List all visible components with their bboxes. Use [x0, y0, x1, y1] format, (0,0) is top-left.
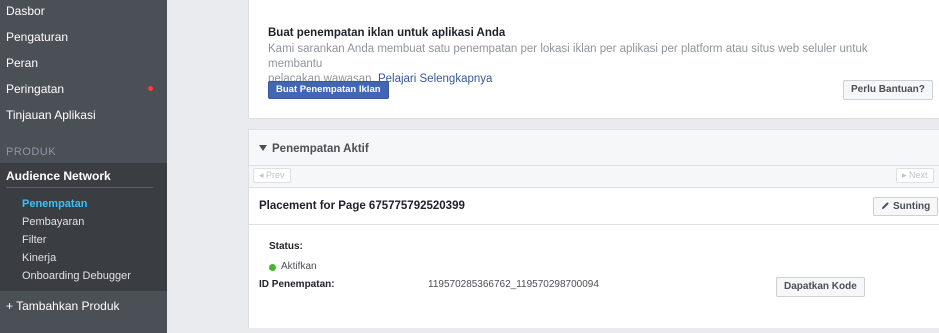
- sidebar-subitem-kinerja[interactable]: Kinerja: [22, 252, 56, 264]
- learn-more-link[interactable]: Pelajari Selengkapnya: [378, 73, 492, 85]
- placement-id-label: ID Penempatan:: [259, 279, 335, 290]
- triangle-down-icon: [259, 145, 267, 151]
- placement-id-value: 119570285366762_119570298700094: [428, 279, 599, 290]
- sidebar-item-peran[interactable]: Peran: [6, 56, 38, 70]
- create-placement-button[interactable]: Buat Penempatan Iklan: [268, 81, 389, 99]
- divider: [6, 187, 153, 188]
- active-placements-header[interactable]: Penempatan Aktif: [259, 143, 369, 155]
- sidebar-subitem-filter[interactable]: Filter: [22, 234, 46, 246]
- sidebar-subitem-onboarding-debugger[interactable]: Onboarding Debugger: [22, 270, 131, 282]
- add-product-link[interactable]: + Tambahkan Produk: [6, 299, 120, 313]
- active-placements-title: Penempatan Aktif: [272, 143, 369, 155]
- edit-button[interactable]: Sunting: [873, 197, 939, 216]
- audience-network-section: Audience Network Penempatan Pembayaran F…: [0, 163, 167, 291]
- description-line-1: Kami sarankan Anda membuat satu penempat…: [268, 43, 868, 70]
- next-button[interactable]: ▸ Next: [896, 168, 934, 183]
- need-help-button[interactable]: Perlu Bantuan?: [843, 80, 933, 100]
- divider: [249, 224, 939, 225]
- status-active-dot-icon: [269, 264, 276, 271]
- get-code-button[interactable]: Dapatkan Kode: [776, 277, 865, 297]
- status-label: Status:: [269, 241, 303, 252]
- placement-title: Placement for Page 675775792520399: [259, 200, 465, 212]
- sidebar-subitem-pembayaran[interactable]: Pembayaran: [22, 216, 84, 228]
- pencil-icon: [881, 202, 889, 210]
- active-placements-card: Penempatan Aktif ◂ Prev ▸ Next Placement…: [248, 129, 939, 328]
- alert-dot-icon: [148, 86, 153, 91]
- create-placement-card: Buat penempatan iklan untuk aplikasi And…: [248, 0, 939, 119]
- status-value: Aktifkan: [281, 261, 317, 272]
- sidebar-item-peringatan[interactable]: Peringatan: [6, 82, 64, 96]
- sidebar: Dasbor Pengaturan Peran Peringatan Tinja…: [0, 0, 167, 333]
- divider: [249, 165, 939, 166]
- edit-button-label: Sunting: [893, 201, 931, 212]
- prev-button[interactable]: ◂ Prev: [253, 168, 291, 183]
- create-placement-title: Buat penempatan iklan untuk aplikasi And…: [268, 27, 506, 39]
- placement-item: Placement for Page 675775792520399 Sunti…: [249, 187, 939, 328]
- sidebar-item-dasbor[interactable]: Dasbor: [6, 4, 45, 18]
- sidebar-item-tinjauan-aplikasi[interactable]: Tinjauan Aplikasi: [6, 108, 96, 122]
- sidebar-subitem-penempatan[interactable]: Penempatan: [22, 198, 87, 210]
- section-label-produk: PRODUK: [6, 146, 57, 158]
- sidebar-item-audience-network[interactable]: Audience Network: [6, 169, 111, 183]
- sidebar-item-pengaturan[interactable]: Pengaturan: [6, 30, 68, 44]
